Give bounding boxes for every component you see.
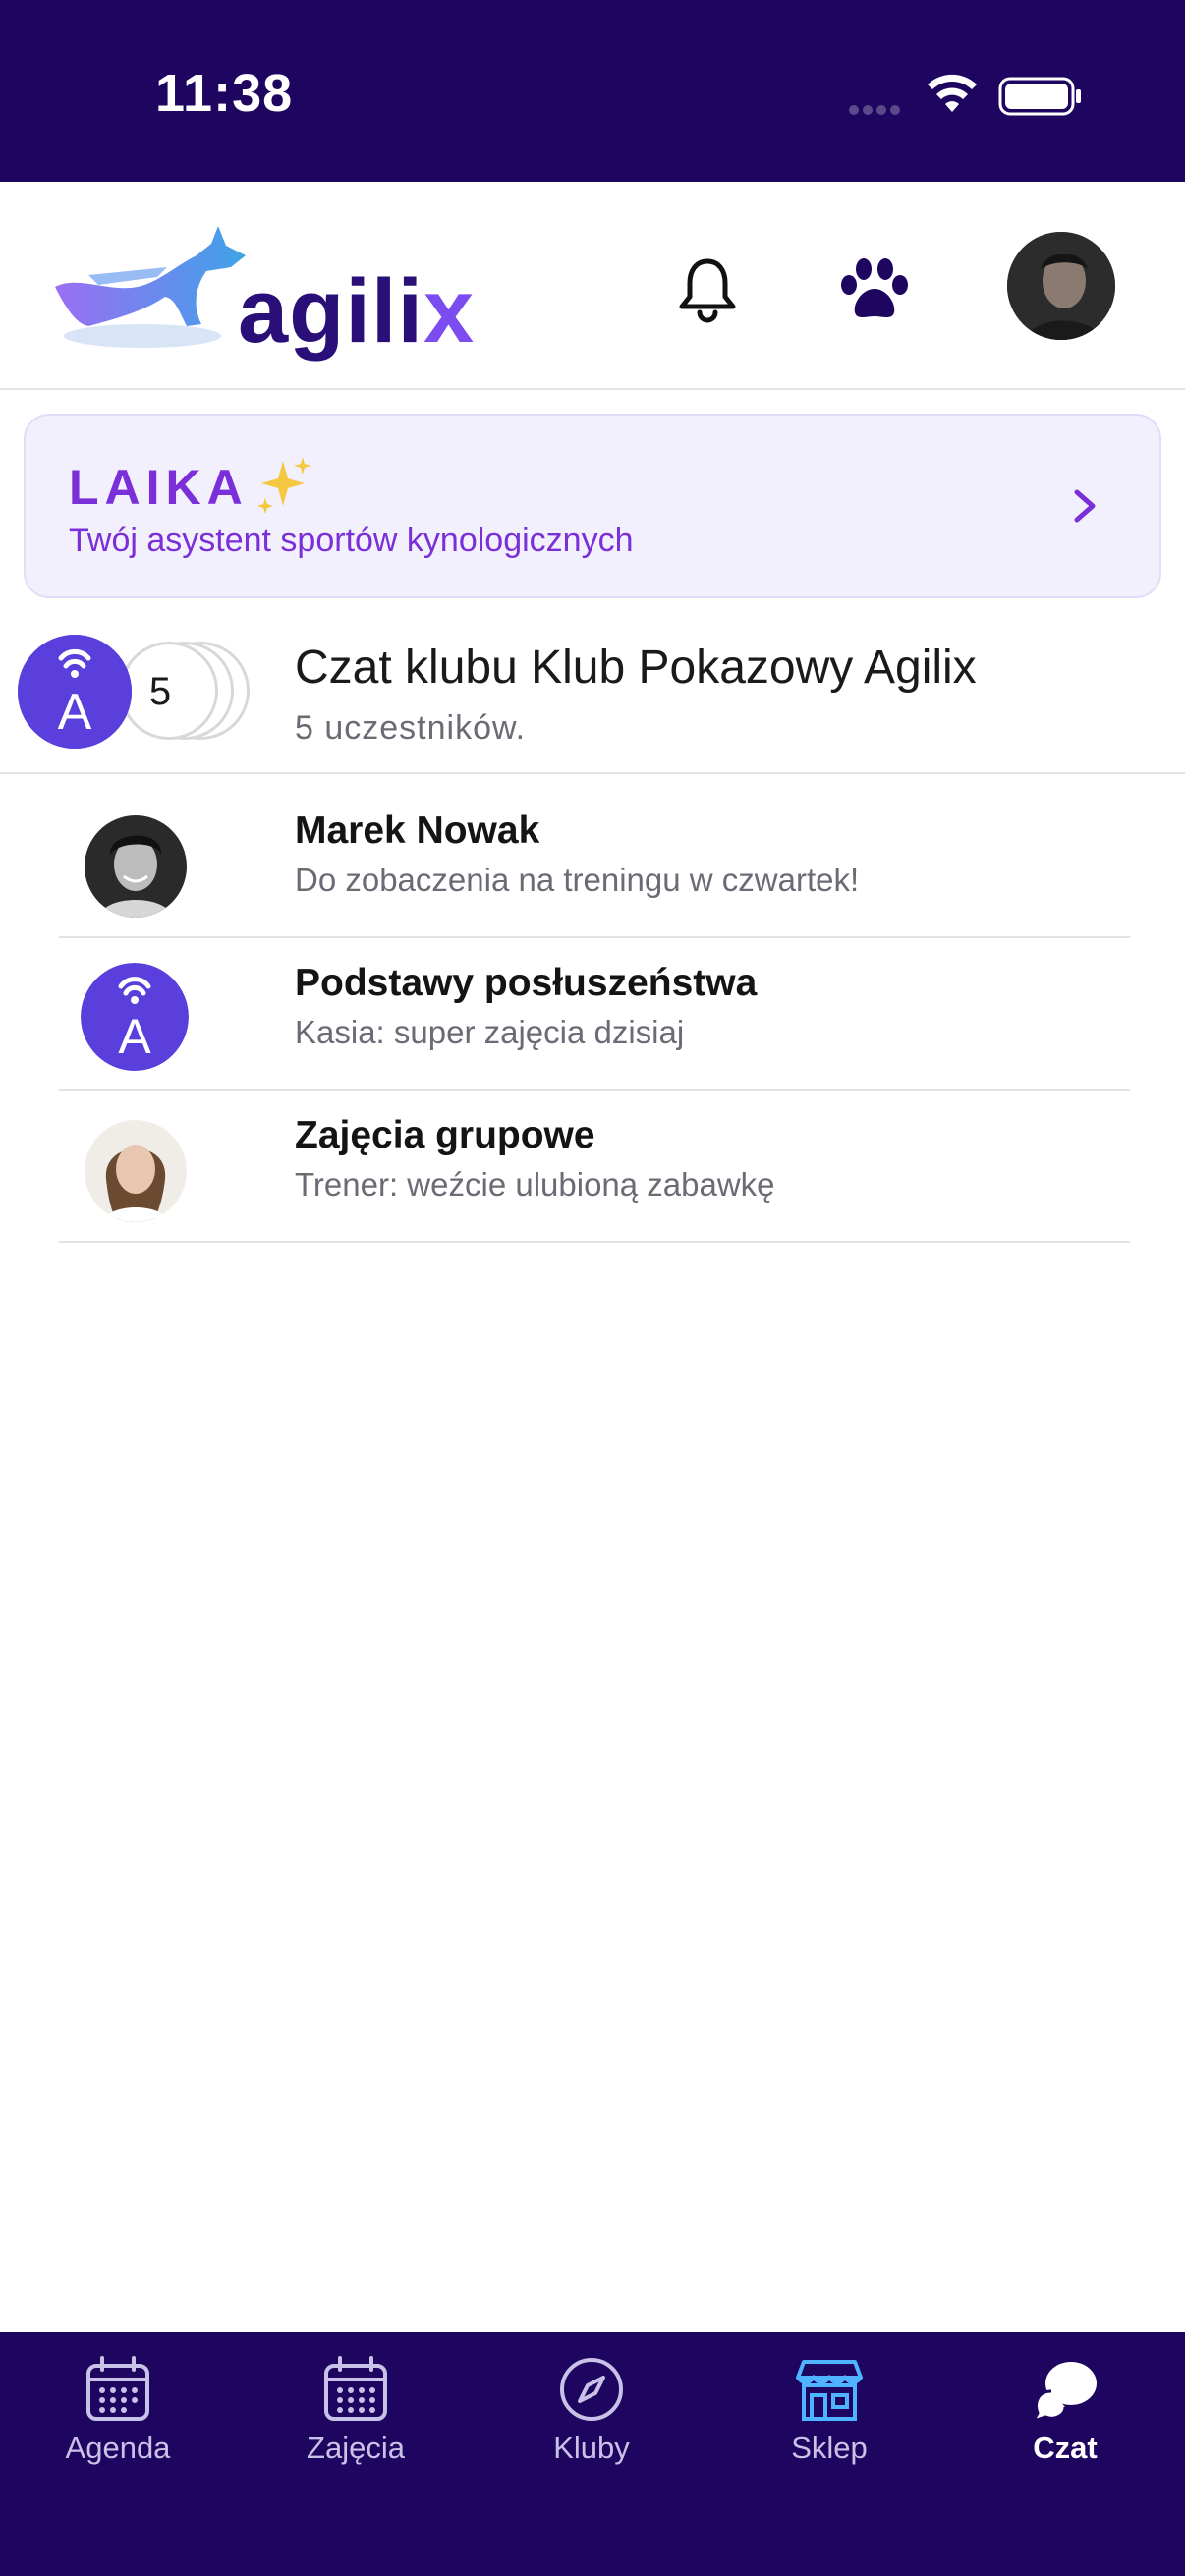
tab-label: Sklep	[791, 2431, 868, 2465]
laika-subtitle: Twój asystent sportów kynologicznych	[69, 522, 634, 559]
sparkles-icon	[257, 457, 311, 514]
store-icon	[796, 2360, 863, 2421]
chat-last-message: Kasia: super zajęcia dzisiaj	[295, 1014, 685, 1050]
club-logo-icon: A	[18, 635, 132, 749]
chat-item-marek-nowak[interactable]: Marek Nowak Do zobaczenia na treningu w …	[59, 786, 1130, 938]
battery-icon	[998, 77, 1081, 116]
tab-label: Agenda	[65, 2431, 171, 2465]
tab-zajecia[interactable]: Zajęcia	[257, 2332, 454, 2480]
chat-avatar-letter: A	[118, 1009, 151, 1064]
laika-title: LAIKA	[69, 460, 249, 515]
avatar: A	[81, 963, 189, 1071]
club-logo-icon: A	[81, 963, 189, 1071]
compass-icon	[560, 2358, 623, 2421]
chat-last-message: Do zobaczenia na treningu w czwartek!	[295, 862, 860, 898]
club-avatar: A	[18, 635, 132, 749]
chat-item-podstawy[interactable]: A Podstawy posłuszeństwa Kasia: super za…	[59, 938, 1130, 1091]
calendar-icon	[86, 2356, 149, 2421]
tab-sklep[interactable]: Sklep	[731, 2332, 928, 2480]
chat-bubble-icon	[1031, 2362, 1097, 2424]
tab-kluby[interactable]: Kluby	[493, 2332, 690, 2480]
person-photo-icon	[85, 1120, 187, 1222]
chat-name: Marek Nowak	[295, 810, 540, 852]
agilix-wordmark: agilix	[238, 261, 476, 362]
cellular-signal-icon	[849, 102, 904, 120]
chat-name: Zajęcia grupowe	[295, 1114, 595, 1156]
tab-label: Kluby	[553, 2431, 630, 2465]
chevron-right-icon	[1074, 489, 1096, 523]
profile-avatar[interactable]	[1007, 232, 1115, 340]
laika-assistant-banner[interactable]: LAIKA Twój asystent sportów kynologiczny…	[24, 414, 1161, 598]
club-chat-subtitle: 5 uczestników.	[295, 709, 527, 747]
person-photo-icon	[85, 815, 187, 918]
chat-item-zajecia-grupowe[interactable]: Zajęcia grupowe Trener: weźcie ulubioną …	[59, 1091, 1130, 1243]
tab-czat[interactable]: Czat	[967, 2332, 1163, 2480]
tab-agenda[interactable]: Agenda	[20, 2332, 216, 2480]
club-avatar-letter: A	[58, 684, 92, 741]
paw-icon[interactable]	[837, 255, 912, 324]
chat-last-message: Trener: weźcie ulubioną zabawkę	[295, 1166, 775, 1203]
participant-count: 5	[148, 670, 172, 713]
club-chat-title: Czat klubu Klub Pokazowy Agilix	[295, 642, 977, 694]
tab-label: Zajęcia	[307, 2431, 405, 2465]
bell-icon[interactable]	[672, 253, 743, 324]
tab-label: Czat	[1033, 2431, 1098, 2465]
profile-photo-icon	[1007, 232, 1115, 340]
calendar-grid-icon	[324, 2356, 387, 2421]
chat-name: Podstawy posłuszeństwa	[295, 962, 758, 1004]
avatar	[85, 815, 187, 918]
wifi-icon	[928, 74, 977, 112]
status-time: 11:38	[155, 64, 294, 123]
avatar	[85, 1120, 187, 1222]
